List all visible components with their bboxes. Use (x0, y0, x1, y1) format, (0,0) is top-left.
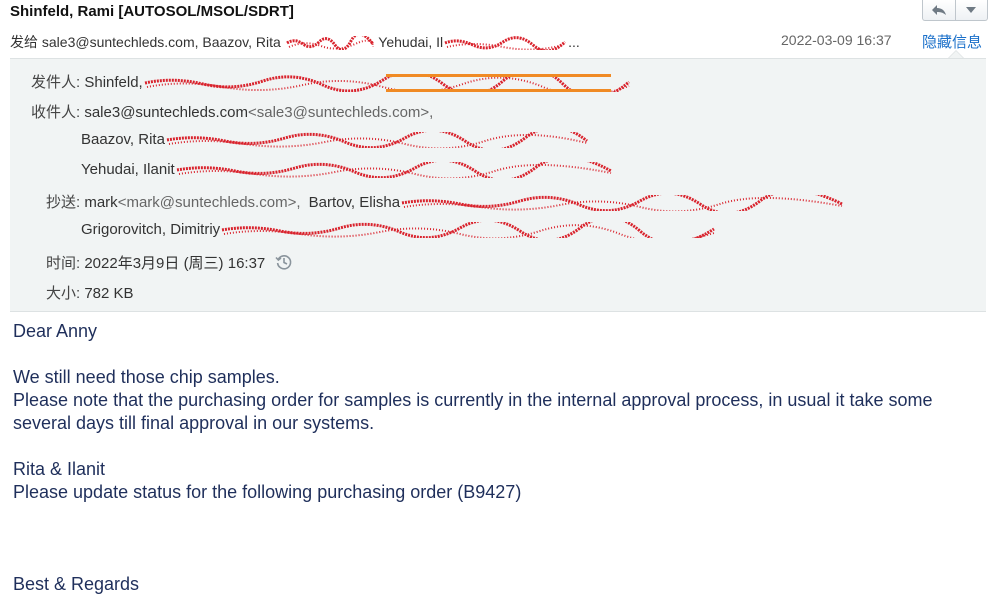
redaction-mark (144, 74, 630, 93)
cc-recipient-address: <mark@suntechleds.com>, (117, 194, 301, 211)
to-row-3: Yehudai, Ilanit (81, 161, 615, 179)
body-line (13, 527, 988, 550)
recipient-summary[interactable]: 发给 sale3@suntechleds.com, Baazov, Rita Y… (10, 32, 580, 52)
reply-button[interactable] (923, 0, 955, 20)
time-label: 时间: (46, 255, 81, 272)
cc-row-2: Grigorovitch, Dimitriy (81, 221, 718, 239)
cc-row: 抄送: mark<mark@suntechleds.com>, Bartov, … (46, 191, 845, 212)
from-name[interactable]: Shinfeld, (84, 74, 142, 91)
redaction-mark (221, 222, 715, 239)
ellipsis: ... (568, 34, 580, 50)
body-line (13, 504, 988, 527)
body-line: Dear Anny (13, 321, 98, 341)
to-summary-name3: Yehudai, Il (378, 34, 444, 50)
time-value: 2022年3月9日 (周三) 16:37 (84, 255, 266, 272)
to-recipient-address: <sale3@suntechleds.com>, (248, 104, 434, 121)
details-caret (948, 50, 964, 58)
redaction-mark (401, 195, 843, 212)
time-row: 时间: 2022年3月9日 (周三) 16:37 (46, 252, 293, 273)
cc-label: 抄送: (46, 194, 81, 211)
to-summary-text: sale3@suntechleds.com, Baazov, Rita (41, 34, 281, 50)
to-label: 收件人: (31, 104, 81, 121)
triangle-down-icon (966, 7, 977, 13)
to-recipient-3[interactable]: Yehudai, Ilanit (81, 161, 175, 178)
to-row-2: Baazov, Rita (81, 131, 590, 149)
message-body: Dear Anny We still need those chip sampl… (13, 320, 988, 596)
body-line: Please note that the purchasing order fo… (13, 390, 933, 433)
to-recipient-name[interactable]: sale3@suntechleds.com (84, 104, 248, 121)
size-value: 782 KB (84, 285, 134, 302)
redaction-mark (166, 132, 588, 149)
size-label: 大小: (46, 285, 81, 302)
clock-history-icon[interactable] (275, 253, 293, 271)
to-prefix: 发给 (10, 34, 38, 50)
message-header: Shinfeld, Rami [AUTOSOL/MSOL/SDRT] 发给 sa… (0, 0, 1000, 56)
redaction-mark (176, 162, 612, 179)
body-line (13, 550, 988, 573)
hide-info-link[interactable]: 隐藏信息 (922, 31, 982, 52)
body-line: Rita & Ilanit (13, 459, 106, 479)
body-line: Please update status for the following p… (13, 482, 522, 502)
message-details-panel: 发件人: Shinfeld, 收件人: sale3@suntechleds.co… (10, 58, 986, 312)
redaction-mark (285, 36, 374, 51)
body-line (13, 435, 988, 458)
more-actions-dropdown[interactable] (954, 0, 988, 20)
cc-recipient-name[interactable]: mark (84, 194, 117, 211)
cc-recipient-2[interactable]: Bartov, Elisha (309, 194, 400, 211)
body-line (13, 343, 988, 366)
body-line: Best & Regards (13, 574, 140, 594)
from-label: 发件人: (31, 74, 81, 91)
to-recipient-2[interactable]: Baazov, Rita (81, 131, 165, 148)
size-row: 大小: 782 KB (46, 282, 134, 303)
redaction-mark (444, 36, 567, 51)
cc-recipient-3[interactable]: Grigorovitch, Dimitriy (81, 221, 220, 238)
sender-title[interactable]: Shinfeld, Rami [AUTOSOL/MSOL/SDRT] (10, 3, 294, 20)
from-row: 发件人: Shinfeld, (31, 71, 633, 93)
body-line: We still need those chip samples. (13, 367, 280, 387)
message-date: 2022-03-09 16:37 (781, 32, 892, 48)
reply-icon (931, 5, 946, 15)
to-row: 收件人: sale3@suntechleds.com<sale3@suntech… (31, 101, 433, 122)
reply-button-group (922, 0, 988, 21)
